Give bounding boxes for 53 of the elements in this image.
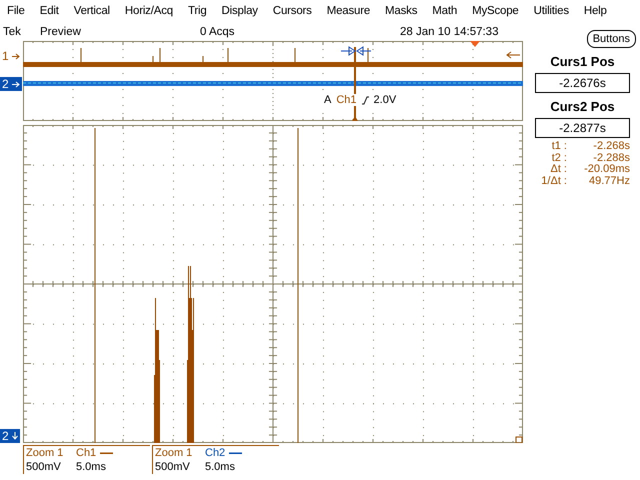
cursor-position-title: Curs1 Pos [550, 54, 615, 69]
readout-value: -2.288s [592, 152, 630, 164]
menu-item[interactable]: Edit [36, 5, 63, 17]
arrow-icon [506, 51, 520, 59]
menu-item[interactable]: Trig [184, 5, 211, 17]
arrow-icon [12, 432, 18, 440]
mode-label: Preview [40, 26, 82, 38]
channel-marker[interactable]: 2 [0, 77, 11, 91]
cursor-position-field[interactable]: -2.2676s [535, 73, 630, 93]
trigger-position-icon [470, 41, 480, 47]
channel-marker[interactable]: 2 [0, 429, 11, 443]
zoom-label: Zoom 1 [155, 447, 194, 459]
buttons-button[interactable]: Buttons [586, 30, 636, 48]
menu-item[interactable]: MyScope [468, 5, 523, 17]
acquisition-count: 0 Acqs [200, 26, 236, 38]
readout-value: -20.09ms [583, 164, 630, 176]
menu-item[interactable]: Display [218, 5, 262, 17]
menu-item[interactable]: Masks [381, 5, 422, 17]
legend-line-icon [100, 452, 114, 454]
cursor-position-field[interactable]: -2.2877s [535, 118, 630, 138]
cursor-position-title: Curs2 Pos [550, 99, 615, 114]
trigger-level: 2.0V [374, 94, 396, 106]
trigger-channel: Ch1 [336, 94, 357, 106]
menu-item[interactable]: Measure [322, 5, 374, 17]
menu-item[interactable]: File [3, 5, 29, 17]
channel-marker[interactable]: 1 [0, 49, 11, 63]
trigger-label: A [324, 94, 332, 106]
menu-item[interactable]: Math [428, 5, 462, 17]
vertical-scale: 500mV [26, 461, 62, 473]
menu-item[interactable]: Utilities [530, 5, 573, 17]
menu-item[interactable]: Horiz/Acq [120, 5, 177, 17]
date-time: 28 Jan 10 14:57:33 [400, 26, 498, 38]
readout-label: t2 : [550, 152, 568, 164]
channel-label: Ch2 [205, 447, 226, 459]
timebase: 5.0ms [205, 461, 235, 473]
legend-line-icon [229, 452, 242, 454]
arrow-icon [12, 52, 20, 60]
readout-label: Δt : [549, 164, 568, 176]
channel-label: Ch1 [76, 447, 96, 459]
readout-value: -2.268s [592, 141, 630, 152]
readout-label: 1/Δt : [540, 176, 568, 187]
zoom-label: Zoom 1 [26, 447, 64, 459]
readout-value: 49.77Hz [588, 176, 630, 187]
menu-item[interactable]: Help [580, 5, 611, 17]
cursor-marker-icon [341, 46, 371, 56]
timebase: 5.0ms [76, 461, 106, 473]
arrow-icon [12, 80, 20, 88]
menu-item[interactable]: Vertical [70, 5, 114, 17]
rising-edge-icon [362, 96, 369, 104]
vertical-scale: 500mV [155, 461, 191, 473]
brand-label: Tek [3, 26, 22, 38]
readout-label: t1 : [550, 141, 568, 152]
menu-item[interactable]: Cursors [268, 5, 316, 17]
